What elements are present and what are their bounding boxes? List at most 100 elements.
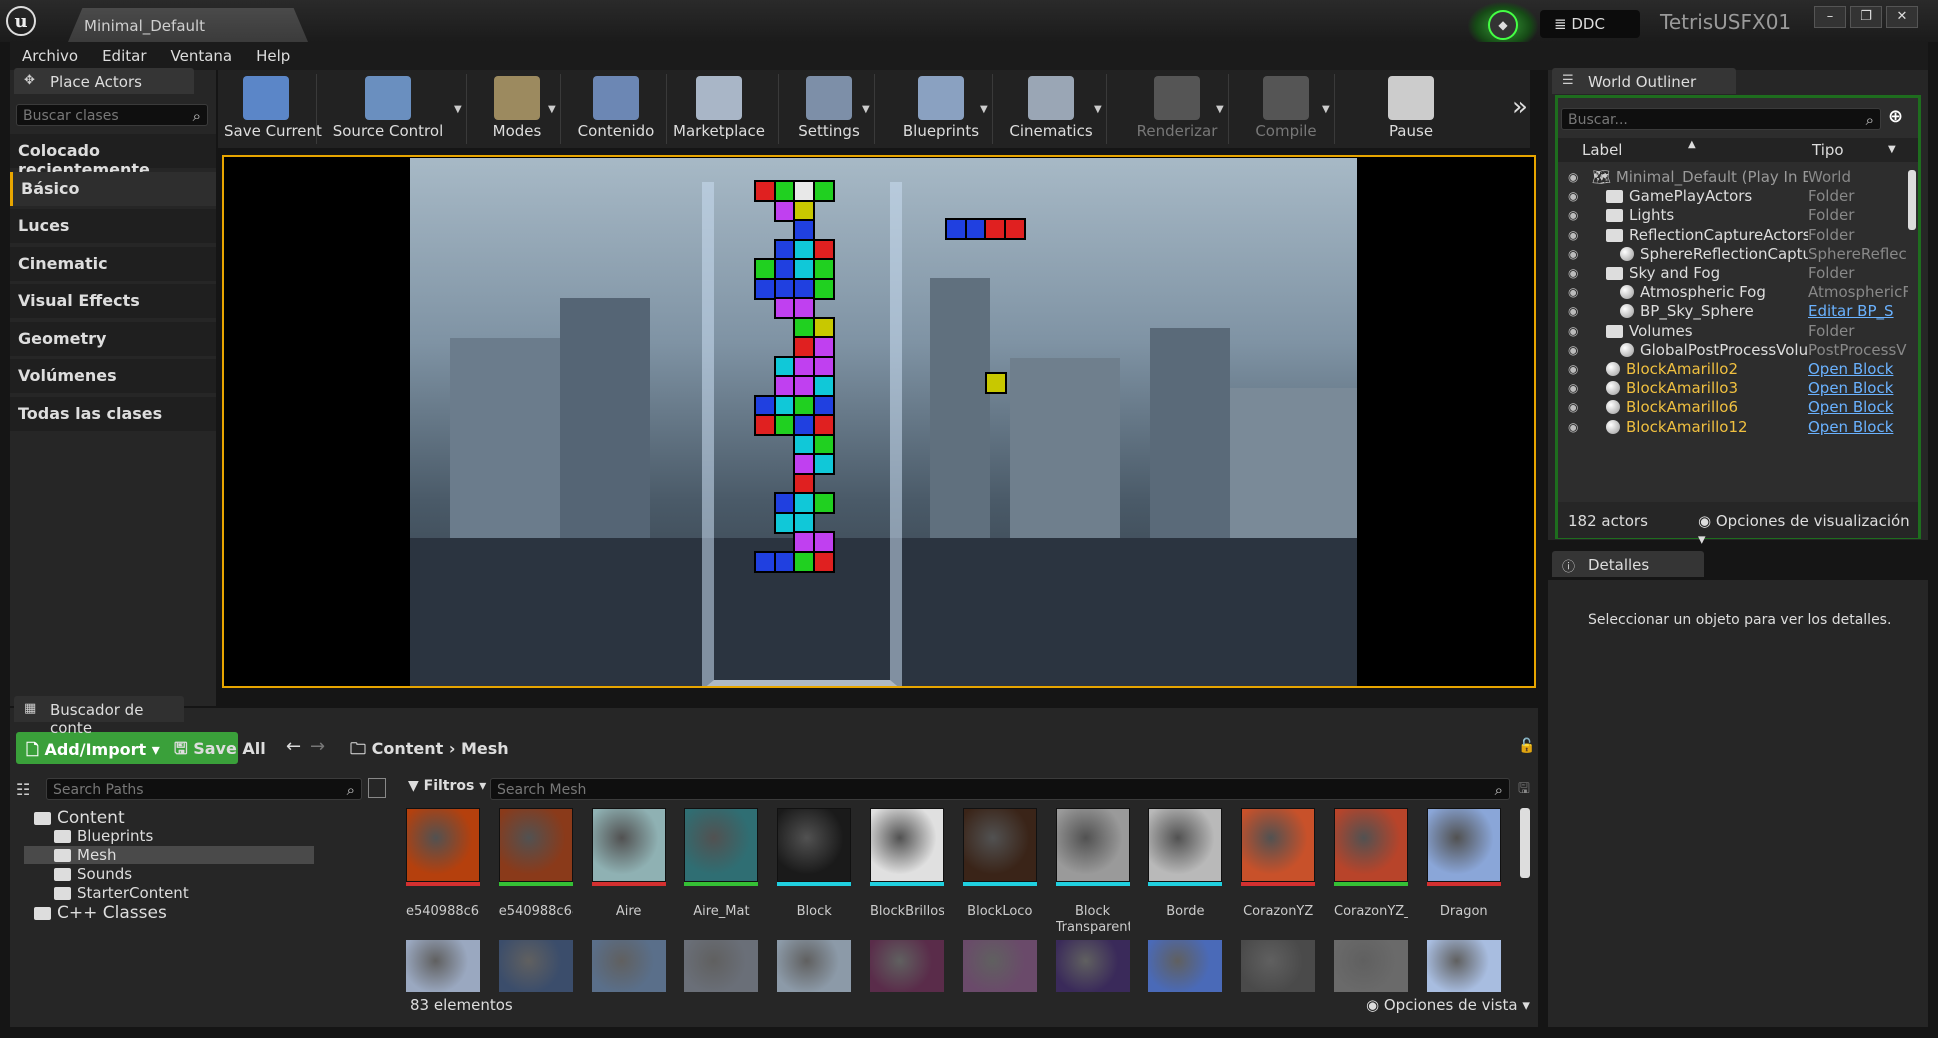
asset-tile[interactable]: Dragon xyxy=(1426,808,1501,938)
asset-tile[interactable]: Borde xyxy=(1148,808,1223,938)
outliner-search-input[interactable]: Buscar... ⌕ xyxy=(1561,108,1881,130)
breadcrumb-content[interactable]: Content xyxy=(372,739,444,758)
asset-tile[interactable]: Aire xyxy=(591,808,666,938)
menu-editar[interactable]: Editar xyxy=(90,42,158,65)
menu-archivo[interactable]: Archivo xyxy=(10,42,90,65)
contenido-button[interactable]: Contenido xyxy=(574,70,658,148)
dropdown-arrow-icon[interactable]: ▼ xyxy=(1094,104,1102,115)
asset-tile[interactable]: BlockBrilloso xyxy=(870,808,944,938)
path-search-input[interactable]: Search Paths ⌕ xyxy=(46,778,362,800)
outliner-row-type-link[interactable]: Open Block xyxy=(1808,398,1908,416)
path-tree-item[interactable]: Content xyxy=(24,808,314,828)
dropdown-arrow-icon[interactable]: ▼ xyxy=(1322,104,1330,115)
category-item[interactable]: Básico xyxy=(10,171,216,206)
asset-tile[interactable]: Block Transparente xyxy=(1055,808,1130,938)
visibility-eye-icon[interactable]: ◉ xyxy=(1568,324,1578,338)
category-item[interactable]: Cinematic xyxy=(10,246,216,281)
level-tab[interactable]: Minimal_Default xyxy=(68,8,308,42)
dropdown-arrow-icon[interactable]: ▼ xyxy=(454,104,462,115)
modes-button[interactable]: Modes xyxy=(482,70,552,148)
save-all-button[interactable]: 🖫 Save All xyxy=(174,738,266,765)
visibility-eye-icon[interactable]: ◉ xyxy=(1568,343,1578,357)
blueprints-button[interactable]: Blueprints xyxy=(898,70,984,148)
breadcrumb-mesh[interactable]: Mesh xyxy=(461,739,509,758)
menu-ventana[interactable]: Ventana xyxy=(159,42,245,65)
ddc-button[interactable]: ≣ DDC xyxy=(1540,10,1640,38)
menu-help[interactable]: Help xyxy=(244,42,302,65)
visibility-eye-icon[interactable]: ◉ xyxy=(1568,285,1578,299)
asset-tile[interactable] xyxy=(591,940,666,992)
dropdown-arrow-icon[interactable]: ▼ xyxy=(862,104,870,115)
lock-icon[interactable]: 🔓 xyxy=(1518,738,1535,754)
marketplace-button[interactable]: Marketplace xyxy=(668,70,770,148)
view-options-button[interactable]: ◉ Opciones de vista ▾ xyxy=(1366,996,1530,1014)
game-viewport[interactable] xyxy=(222,155,1536,688)
visibility-eye-icon[interactable]: ◉ xyxy=(1568,247,1578,261)
asset-tile[interactable]: Aire_Mat xyxy=(684,808,759,938)
view-options-button[interactable]: ◉ Opciones de visualización ▾ xyxy=(1698,512,1918,548)
asset-tile[interactable] xyxy=(684,940,759,992)
path-tree-item[interactable]: Sounds xyxy=(24,865,314,883)
filters-button[interactable]: ▼ Filtros ▾ xyxy=(408,778,486,794)
asset-tile[interactable] xyxy=(777,940,852,992)
place-actors-tab[interactable]: ✥ Place Actors xyxy=(14,68,194,94)
visibility-eye-icon[interactable]: ◉ xyxy=(1568,208,1578,222)
visibility-eye-icon[interactable]: ◉ xyxy=(1568,189,1578,203)
category-item[interactable]: Geometry xyxy=(10,321,216,356)
outliner-row-type-link[interactable]: Open Block xyxy=(1808,418,1908,436)
category-item[interactable]: Volúmenes xyxy=(10,359,216,393)
add-folder-icon[interactable]: ⊕ xyxy=(1888,106,1912,130)
category-item[interactable]: Colocado recientemente xyxy=(10,134,216,179)
visibility-eye-icon[interactable]: ◉ xyxy=(1568,381,1578,395)
minimize-button[interactable]: – xyxy=(1814,6,1846,28)
world-outliner-tab[interactable]: ☰ World Outliner xyxy=(1552,68,1736,94)
outliner-row-type-link[interactable]: Editar BP_S xyxy=(1808,302,1908,320)
column-options-icon[interactable]: ▼ xyxy=(1888,144,1896,155)
path-tree-item[interactable]: Mesh xyxy=(24,846,314,864)
asset-tile[interactable] xyxy=(1241,940,1316,992)
outliner-row[interactable]: ◉ BlockAmarillo12 Open Block xyxy=(1558,418,1918,441)
asset-tile[interactable]: e540988c6877f xyxy=(406,808,480,938)
asset-tile[interactable] xyxy=(870,940,944,992)
pause-button[interactable]: Pause xyxy=(1378,70,1444,148)
dropdown-arrow-icon[interactable]: ▼ xyxy=(548,104,556,115)
category-item[interactable]: Visual Effects xyxy=(10,284,216,318)
dropdown-arrow-icon[interactable]: ▼ xyxy=(980,104,988,115)
source-control-button[interactable]: Source Control xyxy=(318,70,458,148)
notification-icon[interactable]: ◆ xyxy=(1488,10,1518,40)
content-browser-tab[interactable]: ▦ Buscador de conte xyxy=(14,696,184,737)
category-item[interactable]: Luces xyxy=(10,209,216,243)
path-tree-item[interactable]: StarterContent xyxy=(24,884,314,902)
save-current-button[interactable]: Save Current xyxy=(224,70,322,148)
asset-tile[interactable]: e540988c6877f_Mat xyxy=(498,808,573,938)
path-tree-item[interactable]: Blueprints xyxy=(24,827,314,845)
visibility-eye-icon[interactable]: ◉ xyxy=(1568,228,1578,242)
back-arrow-icon[interactable]: ← xyxy=(286,736,301,757)
settings-button[interactable]: Settings xyxy=(792,70,866,148)
asset-tile[interactable]: Block xyxy=(777,808,852,938)
outliner-row-type-link[interactable]: Open Block xyxy=(1808,360,1908,378)
details-tab[interactable]: ⓘ Detalles xyxy=(1552,551,1704,577)
dropdown-arrow-icon[interactable]: ▼ xyxy=(1216,104,1224,115)
asset-tile[interactable]: CorazonYZ xyxy=(1241,808,1316,938)
asset-scrollbar[interactable] xyxy=(1520,808,1530,878)
visibility-eye-icon[interactable]: ◉ xyxy=(1568,304,1578,318)
asset-tile[interactable] xyxy=(1426,940,1501,992)
column-type[interactable]: Tipo xyxy=(1812,141,1844,159)
outliner-row-type-link[interactable]: Open Block xyxy=(1808,379,1908,397)
category-item[interactable]: Todas las clases xyxy=(10,396,216,431)
asset-search-input[interactable]: Search Mesh ⌕ xyxy=(490,778,1510,800)
close-button[interactable]: ✕ xyxy=(1886,6,1918,28)
maximize-button[interactable]: ❐ xyxy=(1850,6,1882,28)
renderizar-button[interactable]: Renderizar xyxy=(1134,70,1220,148)
visibility-eye-icon[interactable]: ◉ xyxy=(1568,420,1578,434)
cinematics-button[interactable]: Cinematics xyxy=(1004,70,1098,148)
visibility-eye-icon[interactable]: ◉ xyxy=(1568,170,1578,184)
compile-button[interactable]: Compile xyxy=(1246,70,1326,148)
class-search-input[interactable]: Buscar clases ⌕ xyxy=(16,104,208,126)
asset-tile[interactable]: BlockLoco xyxy=(962,808,1037,938)
forward-arrow-icon[interactable]: → xyxy=(310,736,325,757)
visibility-eye-icon[interactable]: ◉ xyxy=(1568,266,1578,280)
save-search-icon[interactable]: 🖫 xyxy=(1518,778,1530,802)
asset-tile[interactable] xyxy=(1148,940,1223,992)
